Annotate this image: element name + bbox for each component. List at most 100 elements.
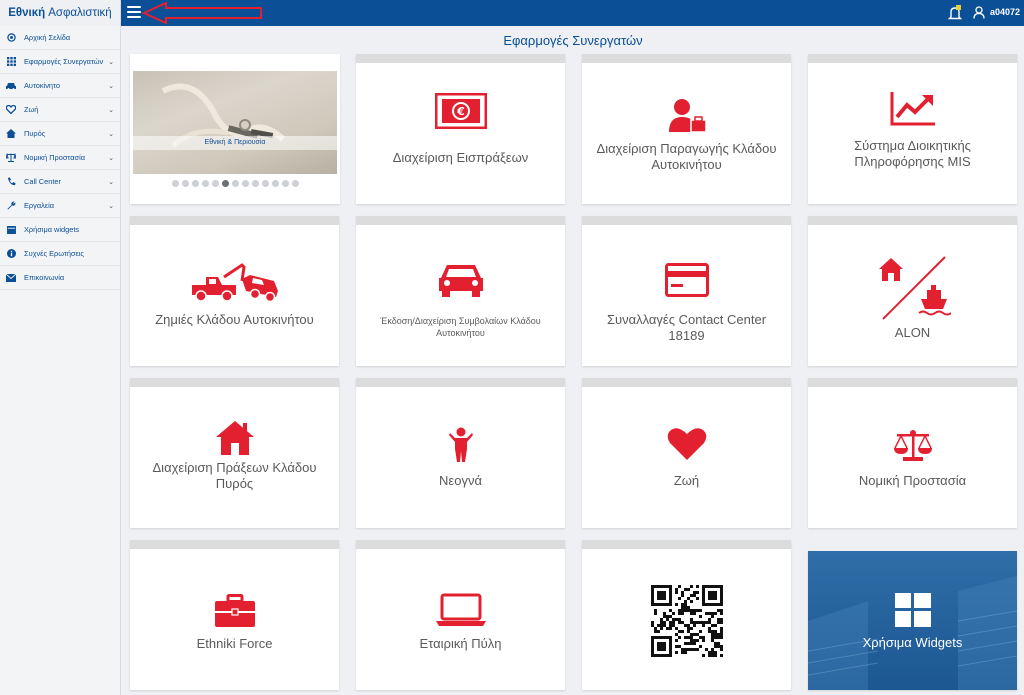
sidebar-item-label: Συχνές Ερωτήσεις (24, 249, 84, 258)
tile-fire-policies[interactable]: Διαχείριση Πράξεων Κλάδου Πυρός (130, 378, 339, 528)
sidebar-item-partner-apps[interactable]: Εφαρμογές Συνεργατών ⌄ (0, 50, 120, 74)
chevron-down-icon: ⌄ (108, 179, 114, 186)
info-icon (6, 249, 16, 259)
annotation-arrow-icon (142, 2, 262, 24)
sidebar: Αρχική Σελίδα Εφαρμογές Συνεργατών ⌄ Αυτ… (0, 26, 121, 695)
carousel-image[interactable]: Εθνική & Περιουσία (133, 71, 337, 174)
brand-name-bold: Εθνική (8, 7, 46, 19)
phone-icon (6, 177, 16, 187)
agent-briefcase-icon (582, 98, 791, 134)
tile-label: ALON (894, 325, 931, 340)
tile-newborns[interactable]: Νεογνά (356, 378, 565, 528)
sidebar-item-life[interactable]: Ζωή ⌄ (0, 98, 120, 122)
tile-qr-code[interactable] (582, 540, 791, 690)
banknote-euro-icon: € (356, 93, 565, 129)
sidebar-item-label: Αρχική Σελίδα (24, 33, 71, 42)
sidebar-item-call-center[interactable]: Call Center ⌄ (0, 170, 120, 194)
tile-car-policies[interactable]: Έκδοση/Διαχείριση Συμβολαίων Κλάδου Αυτο… (356, 216, 565, 366)
chevron-down-icon: ⌄ (108, 131, 114, 138)
tile-life[interactable]: Ζωή (582, 378, 791, 528)
tile-mis[interactable]: Σύστημα Διοικητικής Πληροφόρησης MIS (808, 54, 1017, 204)
trend-chart-icon (808, 91, 1017, 127)
carousel-dot[interactable] (251, 180, 259, 187)
tile-label: Ζημιές Κλάδου Αυτοκινήτου (155, 312, 314, 327)
carousel-dot[interactable] (271, 180, 279, 187)
scales-icon (808, 429, 1017, 463)
tile-label: Ethniki Force (196, 636, 273, 651)
user-icon[interactable] (973, 6, 985, 19)
sidebar-item-faq[interactable]: Συχνές Ερωτήσεις (0, 242, 120, 266)
chevron-down-icon: ⌄ (108, 59, 114, 66)
sidebar-item-label: Νομική Προστασία (24, 153, 85, 162)
main-content: Εφαρμογές Συνεργατών Εθνική & Περιουσία … (122, 26, 1024, 695)
heart-icon (582, 427, 791, 461)
sidebar-item-fire[interactable]: Πυρός ⌄ (0, 122, 120, 146)
sidebar-item-widgets[interactable]: Χρήσιμα widgets (0, 218, 120, 242)
tile-corporate-portal[interactable]: Εταιρική Πύλη (356, 540, 565, 690)
grid-icon (6, 57, 16, 67)
carousel[interactable]: Εθνική & Περιουσία (130, 54, 340, 204)
scales-icon (6, 153, 16, 163)
chevron-down-icon: ⌄ (108, 203, 114, 210)
carousel-dot[interactable] (191, 180, 199, 187)
sidebar-item-legal[interactable]: Νομική Προστασία ⌄ (0, 146, 120, 170)
tile-label: Νεογνά (439, 473, 482, 488)
carousel-dot[interactable] (221, 180, 229, 187)
carousel-dot[interactable] (181, 180, 189, 187)
hamburger-menu-icon[interactable] (127, 6, 141, 20)
tile-collections[interactable]: € Διαχείριση Εισπράξεων (356, 54, 565, 204)
tile-label: Σύστημα Διοικητικής Πληροφόρησης MIS (854, 138, 971, 169)
tile-legal-protection[interactable]: Νομική Προστασία (808, 378, 1017, 528)
tile-label: Χρήσιμα Widgets (862, 635, 963, 650)
svg-text:€: € (456, 105, 465, 118)
notification-bell-icon[interactable] (948, 5, 962, 21)
briefcase-icon (130, 594, 339, 628)
widget-icon (6, 225, 16, 235)
tile-label: Ζωή (673, 473, 700, 488)
tile-alon[interactable]: ALON (808, 216, 1017, 366)
tile-label: Διαχείριση Εισπράξεων (392, 150, 529, 165)
house-ship-icon (808, 255, 1017, 321)
brand-name-rest: Ασφαλιστική (48, 7, 112, 19)
username[interactable]: a04072 (990, 7, 1020, 17)
sidebar-item-label: Ζωή (24, 105, 39, 114)
carousel-dot[interactable] (201, 180, 209, 187)
envelope-icon (6, 273, 16, 283)
car-icon (6, 81, 16, 91)
carousel-dot[interactable] (231, 180, 239, 187)
carousel-dot[interactable] (281, 180, 289, 187)
brand-logo[interactable]: Εθνική Ασφαλιστική (0, 0, 121, 26)
sidebar-item-home[interactable]: Αρχική Σελίδα (0, 26, 120, 50)
sidebar-item-tools[interactable]: Εργαλεία ⌄ (0, 194, 120, 218)
sidebar-item-label: Αυτοκίνητο (24, 81, 60, 90)
credit-card-icon (582, 263, 791, 297)
sidebar-item-label: Χρήσιμα widgets (24, 225, 80, 234)
carousel-dots (130, 180, 340, 187)
sidebar-item-label: Call Center (24, 177, 61, 186)
keys-photo-icon (161, 83, 286, 148)
tile-useful-widgets[interactable]: Χρήσιμα Widgets (808, 551, 1017, 690)
windows-icon (808, 593, 1017, 627)
page-title: Εφαρμογές Συνεργατών (503, 33, 643, 48)
tow-truck-icon (130, 263, 339, 303)
carousel-dot[interactable] (291, 180, 299, 187)
wrench-icon (6, 201, 16, 211)
house-icon (130, 420, 339, 456)
tile-label: Συναλλαγές Contact Center 18189 (606, 312, 767, 343)
tile-ethniki-force[interactable]: Ethniki Force (130, 540, 339, 690)
carousel-dot[interactable] (241, 180, 249, 187)
sidebar-item-contact[interactable]: Επικοινωνία (0, 266, 120, 290)
chevron-down-icon: ⌄ (108, 83, 114, 90)
tile-label: Διαχείριση Πράξεων Κλάδου Πυρός (152, 460, 317, 491)
sidebar-item-car[interactable]: Αυτοκίνητο ⌄ (0, 74, 120, 98)
carousel-dot[interactable] (211, 180, 219, 187)
tile-contact-center[interactable]: Συναλλαγές Contact Center 18189 (582, 216, 791, 366)
sidebar-item-label: Εφαρμογές Συνεργατών (24, 57, 104, 66)
tile-car-claims[interactable]: Ζημιές Κλάδου Αυτοκινήτου (130, 216, 339, 366)
carousel-dot[interactable] (171, 180, 179, 187)
home-icon (6, 129, 16, 139)
tile-car-production[interactable]: Διαχείριση Παραγωγής Κλάδου Αυτοκινήτου (582, 54, 791, 204)
carousel-dot[interactable] (261, 180, 269, 187)
sidebar-item-label: Πυρός (24, 129, 46, 138)
car-icon (356, 262, 565, 298)
